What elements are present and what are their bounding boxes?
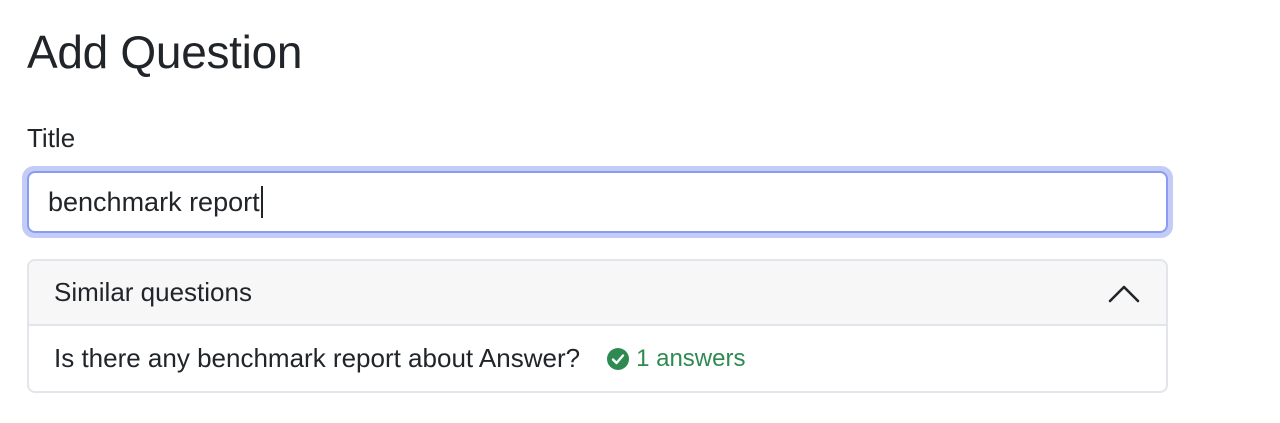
title-input-focus-ring: benchmark report (22, 166, 1173, 238)
add-question-page: Add Question Title benchmark report Simi… (0, 0, 1280, 423)
chevron-up-icon[interactable] (1107, 282, 1141, 304)
title-input-value: benchmark report (48, 186, 260, 217)
text-caret (260, 186, 263, 218)
similar-questions-panel: Similar questions Is there any benchmark… (27, 259, 1168, 393)
similar-question-link[interactable]: Is there any benchmark report about Answ… (54, 343, 580, 374)
check-circle-icon (607, 347, 630, 370)
answers-badge: 1 answers (606, 345, 745, 373)
similar-questions-heading: Similar questions (54, 277, 252, 307)
list-item: Is there any benchmark report about Answ… (29, 326, 1166, 391)
title-input[interactable]: benchmark report (27, 171, 1168, 233)
similar-questions-toggle[interactable]: Similar questions (29, 261, 1166, 326)
title-label: Title (27, 123, 76, 153)
page-title: Add Question (27, 26, 303, 78)
answers-count: 1 answers (636, 344, 746, 372)
